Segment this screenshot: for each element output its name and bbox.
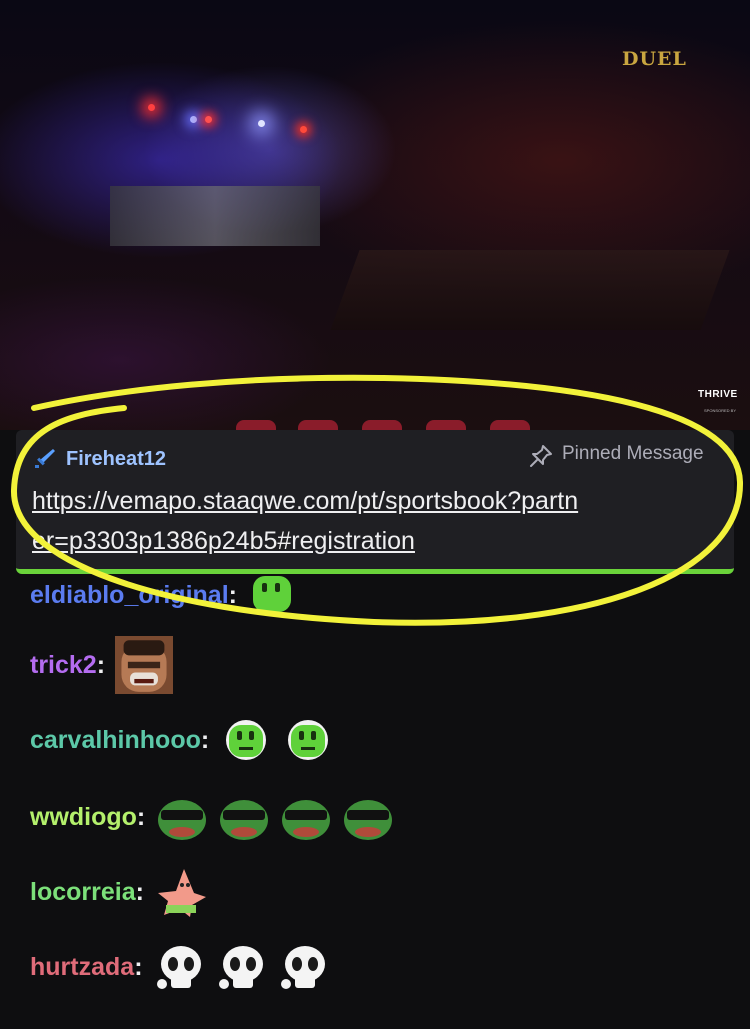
skull-emote [280, 946, 325, 989]
pepe-sunglasses-emote [158, 800, 207, 840]
laughing-man-emote [115, 636, 174, 694]
stage-light [148, 104, 155, 111]
stage-light [190, 116, 197, 123]
pepe-sunglasses-emote [220, 800, 269, 840]
emote-strip [426, 420, 466, 430]
chat-username[interactable]: carvalhinhooo [30, 726, 201, 755]
sponsor-subtitle: SPONSORED BY [704, 408, 737, 413]
boxing-ring [330, 250, 730, 330]
chat-username[interactable]: hurtzada [30, 953, 134, 982]
pinned-message-card[interactable]: Fireheat12 Pinned Message https://vemapo… [16, 430, 734, 574]
pepe-sunglasses-emote [282, 800, 331, 840]
stage-light [300, 126, 307, 133]
headset-blob-emote [288, 720, 329, 760]
chat-colon: : [134, 952, 143, 981]
pinned-link-line2[interactable]: er=p3303p1386p24b5#registration [32, 521, 722, 561]
sponsor-logo: THRIVE [698, 389, 738, 400]
pinned-author[interactable]: Fireheat12 [66, 448, 166, 471]
chat-message[interactable]: trick2: [30, 636, 181, 694]
chat-message[interactable]: carvalhinhooo: [30, 713, 343, 767]
chat-colon: : [228, 580, 237, 609]
pinned-link-line1[interactable]: https://vemapo.staaqwe.com/pt/sportsbook… [32, 481, 722, 521]
pepe-sunglasses-emote [344, 800, 393, 840]
chat-message[interactable]: wwdiogo: [30, 790, 403, 844]
video-player[interactable]: DUEL THRIVE SPONSORED BY [0, 0, 750, 430]
sword-icon [35, 449, 55, 468]
emote-strip [298, 420, 338, 430]
chat-message[interactable]: hurtzada: [30, 940, 339, 994]
pushpin-icon [530, 445, 552, 467]
chat-message[interactable]: eldiablo_original: [30, 568, 309, 622]
skull-emote [218, 946, 263, 989]
emote-strip [236, 420, 276, 430]
patrick-emote [157, 869, 206, 917]
chat-colon: : [96, 650, 106, 679]
skull-emote [156, 946, 201, 989]
chat-username[interactable]: wwdiogo [30, 803, 137, 832]
stage-light [258, 120, 265, 127]
headset-blob-emote [226, 720, 267, 760]
pinned-link[interactable]: https://vemapo.staaqwe.com/pt/sportsbook… [32, 481, 722, 561]
chat-username[interactable]: locorreia [30, 878, 136, 907]
chat-colon: : [200, 725, 210, 754]
stage-light [205, 116, 212, 123]
stage-screen [110, 186, 320, 246]
pinned-message-label: Pinned Message [562, 443, 704, 464]
chat-username[interactable]: eldiablo_original [30, 581, 229, 610]
chat-message[interactable]: locorreia: [30, 865, 216, 919]
emote-strip [362, 420, 402, 430]
chat-username[interactable]: trick2 [30, 651, 97, 680]
emote-strip [490, 420, 530, 430]
green-blob-emote [252, 576, 291, 612]
chat-colon: : [136, 802, 146, 831]
duel-logo: DUEL [622, 48, 687, 70]
chat-colon: : [135, 877, 144, 906]
